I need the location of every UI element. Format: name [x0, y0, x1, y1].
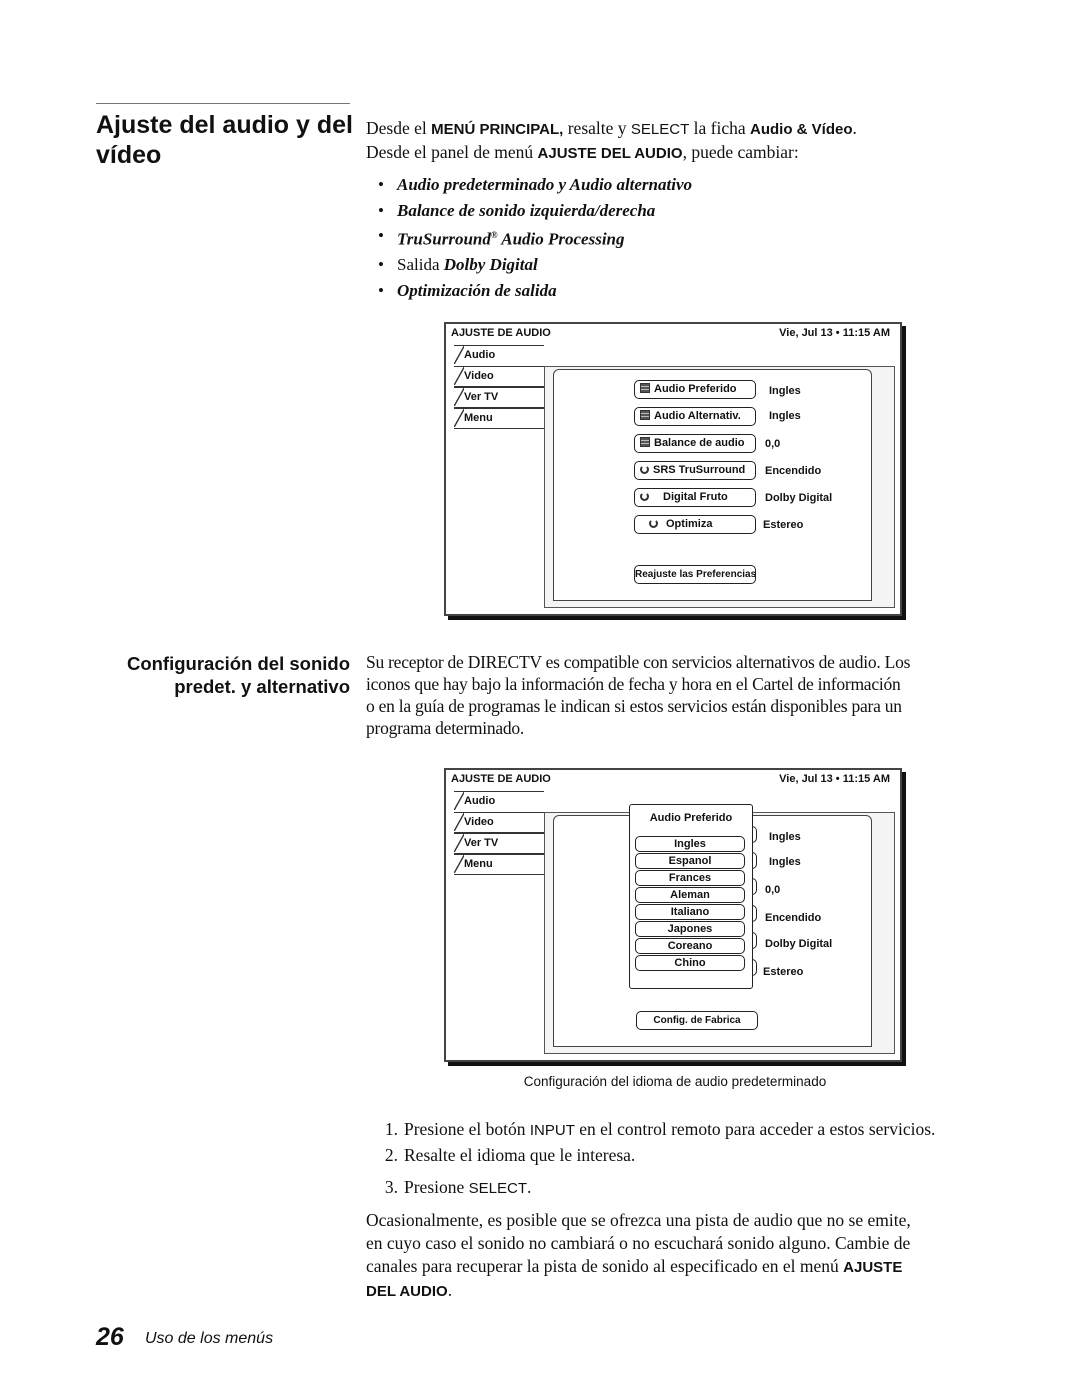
audio-alternativo-button[interactable]: Audio Alternativ.: [634, 407, 756, 426]
language-option-espanol[interactable]: Espanol: [635, 853, 745, 869]
cycle-icon: [640, 491, 649, 501]
feature-item: Salida Dolby Digital: [378, 252, 692, 278]
screen-datetime: Vie, Jul 13 • 11:15 AM: [779, 327, 890, 339]
audio-preferido-value: Ingles: [769, 831, 801, 843]
feature-item: TruSurround® Audio Processing: [378, 223, 692, 252]
subsection-heading: Configuración del sonido predet. y alter…: [126, 653, 350, 697]
tab-menu[interactable]: Menu: [454, 408, 545, 429]
steps-list: 1. Presione el botón INPUT en el control …: [372, 1117, 936, 1201]
feature-item: Balance de sonido izquierda/derecha: [378, 198, 692, 224]
balance-audio-value: 0,0: [765, 438, 781, 450]
factory-settings-button[interactable]: Config. de Fabrica: [636, 1011, 758, 1030]
list-icon: [640, 383, 650, 394]
language-option-frances[interactable]: Frances: [635, 870, 745, 886]
language-option-japones[interactable]: Japones: [635, 921, 745, 937]
screen-title: AJUSTE DE AUDIO: [451, 773, 551, 785]
closing-paragraph: Ocasionalmente, es posible que se ofrezc…: [366, 1210, 911, 1300]
audio-language-screen: AJUSTE DE AUDIO Vie, Jul 13 • 11:15 AM A…: [444, 768, 902, 1062]
intro-line-2: Desde el panel de menú AJUSTE DEL AUDIO,…: [366, 142, 799, 162]
list-icon: [640, 410, 650, 421]
audio-preferido-button[interactable]: Audio Preferido: [634, 380, 756, 399]
feature-list: Audio predeterminado y Audio alternativo…: [378, 172, 692, 304]
language-option-aleman[interactable]: Aleman: [635, 887, 745, 903]
tab-ver-tv[interactable]: Ver TV: [454, 387, 545, 408]
cycle-icon: [640, 464, 649, 474]
subsection-paragraph: Su receptor de DIRECTV es compatible con…: [366, 652, 911, 738]
srs-trusurround-value: Encendido: [765, 465, 822, 477]
optimiza-value: Estereo: [763, 966, 804, 978]
srs-trusurround-value: Encendido: [765, 912, 822, 924]
tab-menu[interactable]: Menu: [454, 854, 545, 875]
optimiza-button[interactable]: Optimiza: [634, 515, 756, 534]
step-item: 2. Resalte el idioma que le interesa.: [384, 1145, 636, 1165]
feature-item: Optimización de salida: [378, 278, 692, 304]
language-option-italiano[interactable]: Italiano: [635, 904, 745, 920]
footer-section-title: Uso de los menús: [145, 1330, 274, 1347]
tab-ver-tv[interactable]: Ver TV: [454, 833, 545, 854]
digital-fruto-value: Dolby Digital: [765, 492, 833, 504]
audio-settings-screen: AJUSTE DE AUDIO Vie, Jul 13 • 11:15 AM A…: [444, 322, 902, 616]
screen-datetime: Vie, Jul 13 • 11:15 AM: [779, 773, 890, 785]
popup-title: Audio Preferido: [649, 812, 733, 824]
intro-line-1: Desde el MENÚ PRINCIPAL, resalte y SELEC…: [366, 118, 857, 138]
intro-paragraph: Desde el MENÚ PRINCIPAL, resalte y SELEC…: [366, 117, 986, 165]
step-item: 1. Presione el botón INPUT en el control …: [384, 1119, 936, 1139]
language-option-coreano[interactable]: Coreano: [635, 938, 745, 954]
section-heading: Ajuste del audio y del vídeo: [96, 111, 353, 169]
feature-item: Audio predeterminado y Audio alternativo: [378, 172, 692, 198]
cycle-icon: [649, 518, 658, 528]
audio-alternativo-value: Ingles: [769, 410, 801, 422]
section-rule: [96, 103, 350, 104]
optimiza-value: Estereo: [763, 519, 804, 531]
tab-video[interactable]: Video: [454, 366, 545, 387]
audio-preferido-value: Ingles: [769, 385, 801, 397]
step-item: 3. Presione SELECT.: [384, 1177, 532, 1197]
page-number: 26: [96, 1323, 124, 1351]
balance-audio-button[interactable]: Balance de audio: [634, 434, 756, 453]
screen-title: AJUSTE DE AUDIO: [451, 327, 551, 339]
digital-fruto-value: Dolby Digital: [765, 938, 833, 950]
tab-audio[interactable]: Audio: [454, 345, 544, 365]
balance-audio-value: 0,0: [765, 884, 781, 896]
figure-caption: Configuración del idioma de audio predet…: [523, 1074, 827, 1089]
srs-trusurround-button[interactable]: SRS TruSurround: [634, 461, 756, 480]
audio-preferido-popup: Audio Preferido Ingles Espanol Frances A…: [629, 804, 753, 989]
list-icon: [640, 437, 650, 448]
tab-video[interactable]: Video: [454, 812, 545, 833]
language-option-ingles[interactable]: Ingles: [635, 836, 745, 852]
tab-audio[interactable]: Audio: [454, 791, 544, 811]
digital-fruto-button[interactable]: Digital Fruto: [634, 488, 756, 507]
language-option-chino[interactable]: Chino: [635, 955, 745, 971]
reset-preferences-button[interactable]: Reajuste las Preferencias: [634, 565, 756, 584]
audio-alternativo-value: Ingles: [769, 856, 801, 868]
